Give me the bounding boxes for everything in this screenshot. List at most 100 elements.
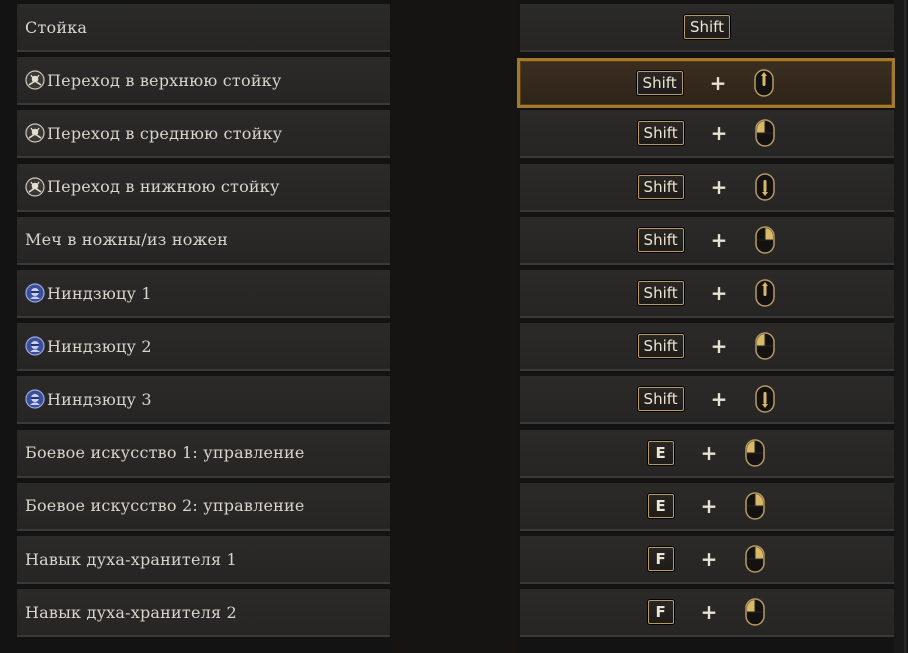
plus-sign: + [710, 334, 728, 359]
action-label-wrapper: Боевое искусство 2: управление [17, 496, 305, 515]
action-label: Ниндзюцу 1 [47, 283, 152, 303]
action-label-wrapper: Навык духа-хранителя 1 [17, 550, 237, 569]
keybinding-row: Боевое искусство 1: управление E + [0, 429, 908, 478]
keybinding-row: Ниндзюцу 3 Shift + [0, 376, 908, 425]
action-label: Ниндзюцу 2 [47, 336, 152, 356]
action-label-wrapper: Ниндзюцу 3 [17, 389, 152, 409]
keybinding-row: Боевое искусство 2: управление E + [0, 482, 908, 531]
plus-sign: + [700, 493, 718, 518]
f-key-icon: F [647, 600, 674, 625]
shift-key-icon: Shift [637, 227, 684, 252]
keybinding-field[interactable]: E + [520, 429, 894, 478]
action-label-wrapper: Ниндзюцу 2 [17, 336, 152, 356]
mouse-left-button-icon [744, 438, 766, 468]
f-key-icon: F [647, 547, 674, 571]
keybinding-field[interactable]: F + [520, 536, 894, 584]
plus-sign: + [710, 281, 728, 305]
keybinding-field[interactable]: Shift + [520, 216, 894, 265]
action-label: Стойка [25, 17, 88, 37]
stance-emblem-icon [25, 123, 45, 143]
action-label-cell: Переход в среднюю стойку [17, 110, 390, 159]
action-label-cell: Переход в верхнюю стойку [17, 57, 390, 106]
mouse-wheel-up-icon [753, 68, 775, 98]
action-label: Меч в ножны/из ножен [25, 230, 229, 250]
keybinding-row: Навык духа-хранителя 2 F + [0, 589, 908, 638]
action-label-wrapper: Переход в среднюю стойку [17, 123, 282, 143]
shift-key-icon: Shift [684, 15, 730, 39]
action-label-wrapper: Ниндзюцу 1 [17, 283, 152, 303]
action-label-cell: Ниндзюцу 3 [17, 376, 390, 425]
ninja-emblem-icon [25, 336, 45, 356]
mouse-left-button-icon [754, 331, 776, 361]
keybinding-row: Меч в ножны/из ножен Shift + [0, 216, 908, 265]
keybinding-field[interactable]: Shift + [520, 270, 894, 318]
mouse-wheel-down-icon [754, 384, 776, 414]
stance-emblem-icon [25, 176, 45, 197]
mouse-wheel-down-icon [754, 172, 776, 202]
action-label-wrapper: Боевое искусство 1: управление [17, 443, 305, 462]
keybinding-row: Переход в нижнюю стойку Shift + [0, 163, 908, 212]
keybinding-field[interactable]: Shift + [520, 163, 894, 212]
action-label: Переход в нижнюю стойку [47, 177, 280, 197]
action-label: Переход в среднюю стойку [47, 123, 283, 143]
shift-key-icon: Shift [636, 71, 683, 96]
shift-key-icon: Shift [637, 121, 684, 146]
shift-key-icon: Shift [637, 387, 684, 412]
action-label: Переход в верхнюю стойку [47, 70, 282, 90]
keybinding-field[interactable]: Shift + [520, 376, 894, 425]
plus-sign: + [709, 71, 727, 96]
keybinding-row: Ниндзюцу 2 Shift + [0, 323, 908, 372]
action-label-cell: Стойка [17, 4, 390, 52]
keybinding-field[interactable]: Shift [520, 4, 894, 52]
keybinding-field[interactable]: E + [520, 482, 894, 531]
ninja-emblem-icon [25, 283, 45, 303]
plus-sign: + [710, 387, 728, 412]
action-label-cell: Боевое искусство 1: управление [17, 429, 390, 478]
ninja-emblem-icon [25, 389, 45, 409]
action-label-cell: Навык духа-хранителя 2 [17, 589, 390, 638]
mouse-left-button-icon [744, 597, 766, 627]
action-label-wrapper: Переход в верхнюю стойку [17, 70, 282, 90]
e-key-icon: E [647, 440, 674, 465]
action-label: Навык духа-хранителя 2 [25, 602, 237, 622]
plus-sign: + [710, 121, 728, 146]
stance-emblem-icon [25, 70, 45, 90]
keybinding-field[interactable]: F + [520, 589, 894, 638]
keybinding-row: Стойка Shift [0, 4, 908, 52]
action-label-cell: Ниндзюцу 1 [17, 270, 390, 318]
mouse-left-button-icon [754, 118, 776, 148]
e-key-icon: E [647, 493, 674, 518]
action-label-cell: Ниндзюцу 2 [17, 323, 390, 372]
mouse-wheel-up-icon [754, 278, 776, 308]
action-label-cell: Боевое искусство 2: управление [17, 482, 390, 531]
mouse-right-button-icon [744, 491, 766, 521]
action-label-wrapper: Стойка [17, 18, 87, 37]
keybinding-row: Ниндзюцу 1 Shift + [0, 270, 908, 318]
action-label-cell: Навык духа-хранителя 1 [17, 536, 390, 584]
action-label-wrapper: Навык духа-хранителя 2 [17, 603, 237, 622]
action-label: Ниндзюцу 3 [47, 389, 152, 409]
action-label: Боевое искусство 1: управление [25, 443, 305, 463]
mouse-right-button-icon [754, 225, 776, 255]
mouse-right-button-icon [744, 544, 766, 574]
plus-sign: + [700, 547, 718, 571]
keybinding-field-selected[interactable]: Shift + [517, 58, 895, 109]
action-label-wrapper: Меч в ножны/из ножен [17, 230, 228, 249]
plus-sign: + [700, 600, 718, 625]
keybinding-field[interactable]: Shift + [520, 110, 894, 159]
plus-sign: + [700, 440, 718, 465]
keybinding-row: Переход в среднюю стойку Shift + [0, 110, 908, 159]
action-label-cell: Переход в нижнюю стойку [17, 163, 390, 212]
keybinding-row: Переход в верхнюю стойку Shift + [0, 57, 908, 109]
action-label: Навык духа-хранителя 1 [25, 549, 237, 569]
action-label-wrapper: Переход в нижнюю стойку [17, 176, 280, 197]
shift-key-icon: Shift [637, 174, 684, 199]
action-label: Боевое искусство 2: управление [25, 496, 305, 516]
action-label-cell: Меч в ножны/из ножен [17, 216, 390, 265]
plus-sign: + [710, 174, 728, 199]
shift-key-icon: Shift [637, 334, 684, 359]
plus-sign: + [710, 227, 728, 252]
keybinding-field[interactable]: Shift + [520, 323, 894, 372]
keybinding-row: Навык духа-хранителя 1 F + [0, 536, 908, 584]
shift-key-icon: Shift [637, 281, 684, 305]
